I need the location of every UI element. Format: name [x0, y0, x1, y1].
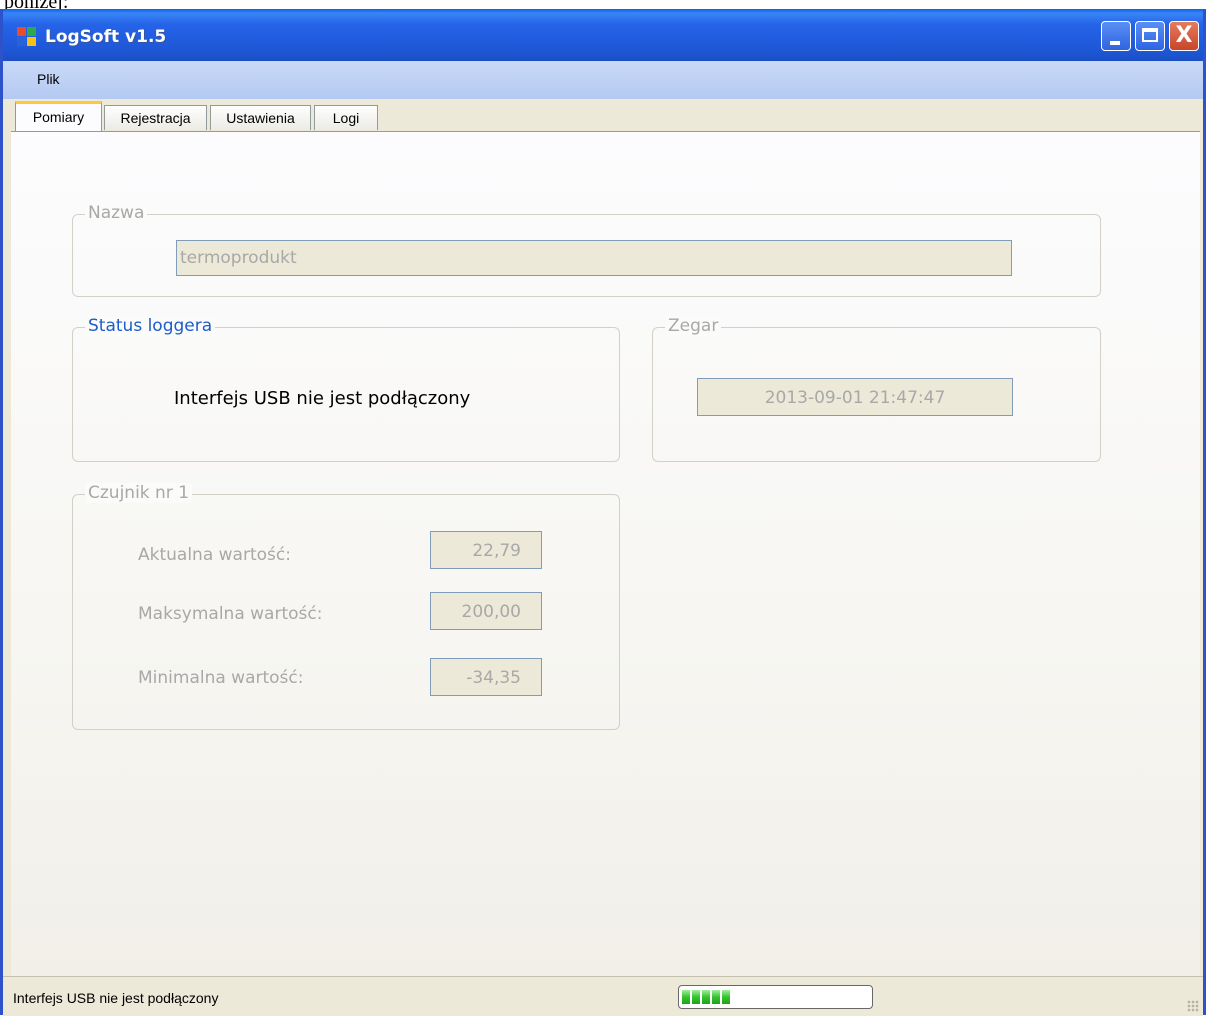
progress-fill: [682, 990, 730, 1004]
group-nazwa: Nazwa termoprodukt: [72, 203, 1101, 297]
group-czujnik: Czujnik nr 1 Aktualna wartość: 22,79 Mak…: [72, 483, 620, 730]
menu-item-plik[interactable]: Plik: [33, 71, 64, 87]
close-button[interactable]: X: [1169, 21, 1199, 51]
window-title: LogSoft v1.5: [45, 27, 167, 47]
maximize-button[interactable]: [1135, 21, 1165, 51]
tab-ustawienia[interactable]: Ustawienia: [210, 105, 311, 130]
min-value-label: Minimalna wartość:: [138, 668, 304, 688]
progress-bar: [678, 985, 873, 1009]
group-zegar: Zegar 2013-09-01 21:47:47: [652, 316, 1101, 462]
current-value-field[interactable]: 22,79: [430, 531, 542, 569]
logger-status-message: Interfejs USB nie jest podłączony: [174, 388, 471, 409]
resize-grip-icon[interactable]: [1187, 1000, 1199, 1012]
group-zegar-legend: Zegar: [665, 316, 722, 336]
status-bar: Interfejs USB nie jest podłączony: [3, 976, 1203, 1016]
max-value-field[interactable]: 200,00: [430, 592, 542, 630]
title-bar[interactable]: LogSoft v1.5 X: [3, 9, 1203, 61]
max-value-label: Maksymalna wartość:: [138, 604, 323, 624]
status-bar-text: Interfejs USB nie jest podłączony: [13, 990, 219, 1006]
tab-page-pomiary: Nazwa termoprodukt Status loggera Interf…: [11, 131, 1200, 977]
current-value-label: Aktualna wartość:: [138, 545, 291, 565]
group-nazwa-legend: Nazwa: [85, 203, 148, 223]
app-icon[interactable]: [17, 27, 37, 47]
tab-strip: Pomiary Rejestracja Ustawienia Logi: [3, 99, 1203, 131]
minimize-button[interactable]: [1101, 21, 1131, 51]
group-czujnik-legend: Czujnik nr 1: [85, 483, 193, 503]
close-icon: X: [1175, 23, 1193, 48]
tab-logi[interactable]: Logi: [314, 105, 378, 130]
menu-bar: Plik: [3, 61, 1203, 99]
tab-pomiary[interactable]: Pomiary: [15, 101, 102, 131]
tab-rejestracja[interactable]: Rejestracja: [104, 105, 207, 130]
name-field[interactable]: termoprodukt: [176, 240, 1012, 276]
clock-field[interactable]: 2013-09-01 21:47:47: [697, 378, 1013, 416]
group-status-legend: Status loggera: [85, 316, 216, 336]
min-value-field[interactable]: -34,35: [430, 658, 542, 696]
group-status-loggera: Status loggera Interfejs USB nie jest po…: [72, 316, 620, 462]
app-window: LogSoft v1.5 X Plik Pomiary Rejestracja …: [0, 9, 1206, 1016]
